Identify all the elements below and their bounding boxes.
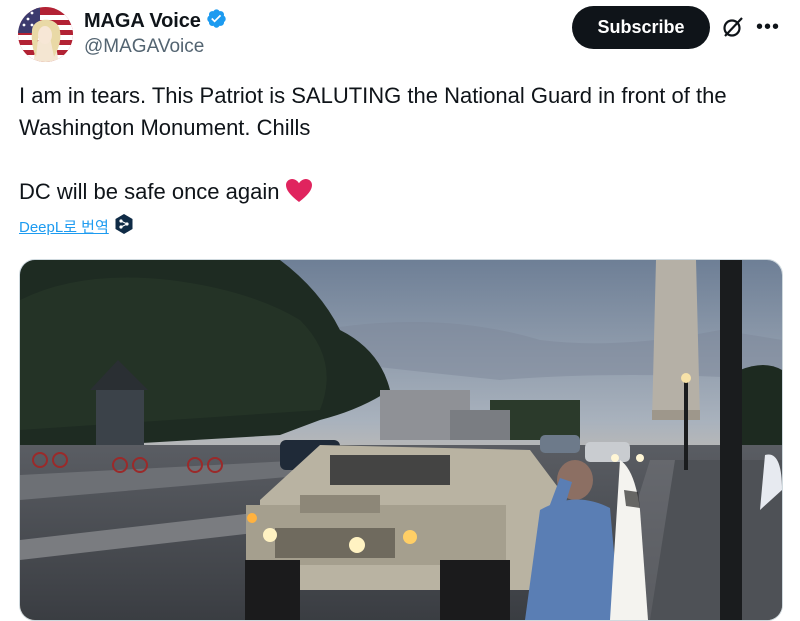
- tweet-text: I am in tears. This Patriot is SALUTING …: [19, 80, 789, 212]
- subscribe-button[interactable]: Subscribe: [572, 6, 710, 49]
- avatar[interactable]: [18, 7, 73, 62]
- tweet-text-line1: I am in tears. This Patriot is SALUTING …: [19, 83, 733, 140]
- tweet-text-line2: DC will be safe once again: [19, 179, 280, 204]
- deepl-icon: [115, 214, 133, 239]
- verified-badge-icon: [206, 8, 227, 34]
- red-heart-icon: [285, 178, 313, 212]
- grok-icon[interactable]: [721, 15, 745, 39]
- author-display-name[interactable]: MAGA Voice: [84, 10, 201, 33]
- translate-link[interactable]: DeepL로 번역: [19, 216, 109, 237]
- tweet-media-image[interactable]: [19, 259, 783, 621]
- more-options-icon[interactable]: •••: [756, 16, 780, 39]
- author-handle[interactable]: @MAGAVoice: [84, 36, 204, 58]
